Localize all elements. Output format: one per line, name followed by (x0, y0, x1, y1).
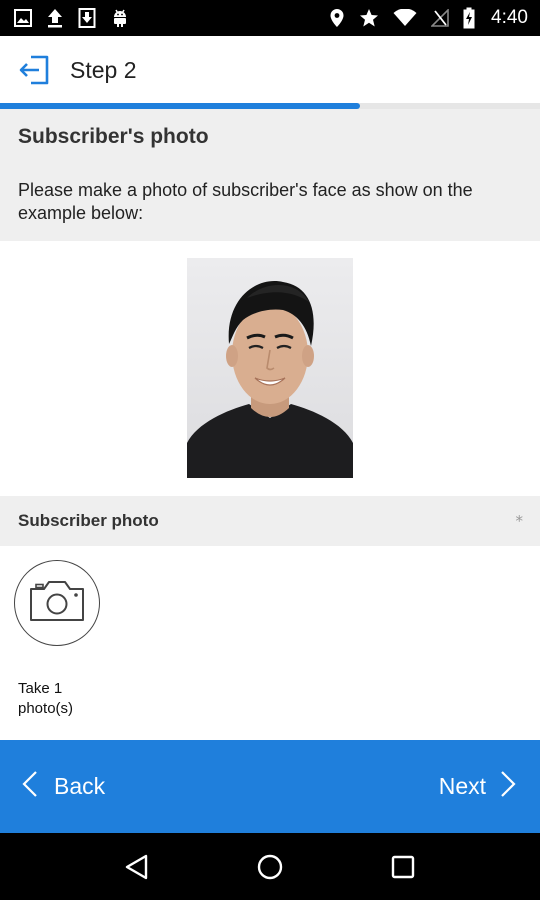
take-photo-hint: Take 1 photo(s) (18, 680, 74, 717)
download-icon (78, 8, 96, 28)
subscriber-photo-field-header: Subscriber photo * (0, 496, 540, 546)
status-time: 4:40 (491, 7, 528, 28)
next-label: Next (438, 773, 486, 799)
chevron-right-icon (500, 770, 516, 804)
back-triangle-icon[interactable] (117, 847, 157, 887)
wifi-icon (393, 9, 417, 27)
star-icon (359, 8, 379, 28)
back-label: Back (54, 773, 106, 799)
system-nav-bar (0, 833, 540, 900)
battery-charging-icon (463, 7, 475, 29)
required-mark: * (515, 512, 524, 530)
page-title: Step 2 (70, 56, 137, 83)
camera-icon (28, 579, 86, 627)
info-section: Subscriber's photo Please make a photo o… (0, 109, 540, 241)
image-icon (14, 9, 32, 27)
field-label: Subscriber photo (18, 511, 159, 530)
home-circle-icon[interactable] (250, 847, 290, 887)
no-signal-icon (431, 9, 449, 27)
section-title: Subscriber's photo (18, 125, 209, 148)
action-bar: Back Next (0, 740, 540, 833)
section-description: Please make a photo of subscriber's face… (18, 180, 473, 223)
upload-icon (46, 8, 64, 28)
exit-icon[interactable] (17, 52, 53, 88)
example-portrait-image (187, 258, 353, 478)
status-left-icons (14, 8, 130, 28)
take-photo-button[interactable] (14, 560, 100, 646)
chevron-left-icon (22, 770, 38, 804)
status-bar: 4:40 (0, 0, 540, 36)
back-button[interactable]: Back (0, 740, 105, 833)
location-icon (329, 8, 345, 28)
recents-square-icon[interactable] (383, 847, 423, 887)
next-button[interactable]: Next (439, 740, 540, 833)
status-right-icons: 4:40 (329, 7, 528, 29)
android-icon (110, 8, 130, 28)
app-bar: Step 2 (0, 36, 540, 104)
